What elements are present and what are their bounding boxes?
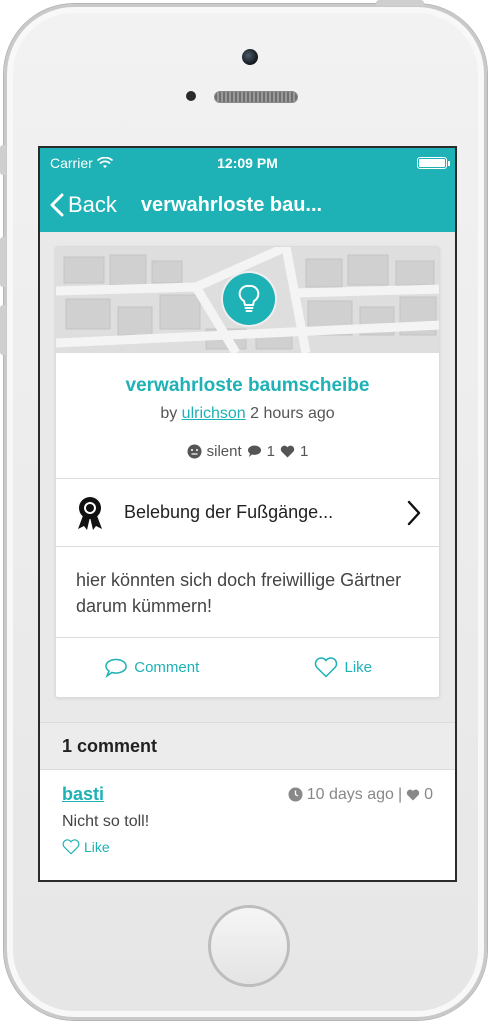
status-bar: Carrier 12:09 PM (40, 148, 455, 178)
map-preview[interactable] (56, 247, 439, 353)
post-actions: Comment Like (56, 637, 439, 697)
chevron-left-icon (50, 193, 64, 217)
post-header: verwahrloste baumscheibe by ulrichson 2 … (56, 353, 439, 478)
map-pin (223, 273, 275, 325)
comment-button[interactable]: Comment (56, 658, 248, 678)
comment-count: 1 (266, 443, 276, 460)
navigation-bar: Back verwahrloste bau... (40, 178, 455, 232)
post-stats: silent 1 1 (66, 443, 429, 460)
scroll-content[interactable]: verwahrloste baumscheibe by ulrichson 2 … (40, 232, 455, 698)
comment-bubble-icon (247, 445, 262, 458)
home-button[interactable] (208, 905, 290, 987)
category-row[interactable]: Belebung der Fußgänge... (56, 478, 439, 546)
status-face-icon (187, 444, 202, 459)
heart-icon (406, 789, 420, 801)
comment-meta: 10 days ago | 0 (288, 786, 433, 804)
post-title: verwahrloste baumscheibe (125, 375, 370, 396)
comment-like-button[interactable]: Like (62, 839, 433, 855)
comment-like-label: Like (84, 839, 110, 855)
page-title: verwahrloste bau... (140, 193, 323, 216)
post-byline: by ulrichson 2 hours ago (66, 405, 429, 423)
earpiece-speaker (214, 91, 298, 103)
comment-age: 10 days ago (306, 785, 394, 803)
power-button (376, 0, 424, 6)
byline-prefix: by (160, 405, 178, 422)
category-label: Belebung der Fußgänge... (124, 502, 334, 522)
back-button[interactable]: Back (50, 192, 117, 218)
comment-action-label: Comment (134, 659, 200, 676)
comment-like-count: 0 (424, 785, 433, 803)
post-card: verwahrloste baumscheibe by ulrichson 2 … (55, 246, 440, 698)
like-button[interactable]: Like (248, 657, 440, 678)
mute-switch (0, 145, 6, 175)
post-body: hier könnten sich doch freiwillige Gärtn… (56, 546, 439, 637)
like-count: 1 (300, 443, 309, 460)
battery-icon (417, 157, 450, 169)
heart-icon (280, 445, 295, 458)
author-link[interactable]: ulrichson (182, 405, 246, 422)
comment-author-link[interactable]: basti (62, 784, 104, 805)
heart-outline-icon (62, 839, 80, 855)
volume-up-button (0, 237, 6, 287)
comment-item: basti 10 days ago | 0 Nicht so toll! Lik… (40, 770, 455, 880)
lightbulb-icon (238, 284, 260, 312)
clock: 12:09 PM (217, 155, 278, 171)
comment-text: Nicht so toll! (62, 813, 150, 830)
post-age: 2 hours ago (250, 405, 335, 422)
comments-header: 1 comment (40, 722, 455, 770)
front-camera (242, 49, 258, 65)
volume-down-button (0, 305, 6, 355)
chevron-right-icon (407, 500, 421, 525)
comment-outline-icon (105, 658, 127, 678)
clock-icon (288, 787, 303, 802)
like-action-label: Like (344, 659, 373, 676)
proximity-sensor (186, 91, 196, 101)
app-screen: Carrier 12:09 PM Back verwahrloste bau..… (38, 146, 457, 882)
back-label: Back (68, 192, 117, 217)
meta-separator: | (397, 785, 403, 803)
status-label: silent (206, 443, 242, 460)
heart-outline-icon (315, 657, 338, 678)
award-ribbon-icon (78, 496, 102, 530)
